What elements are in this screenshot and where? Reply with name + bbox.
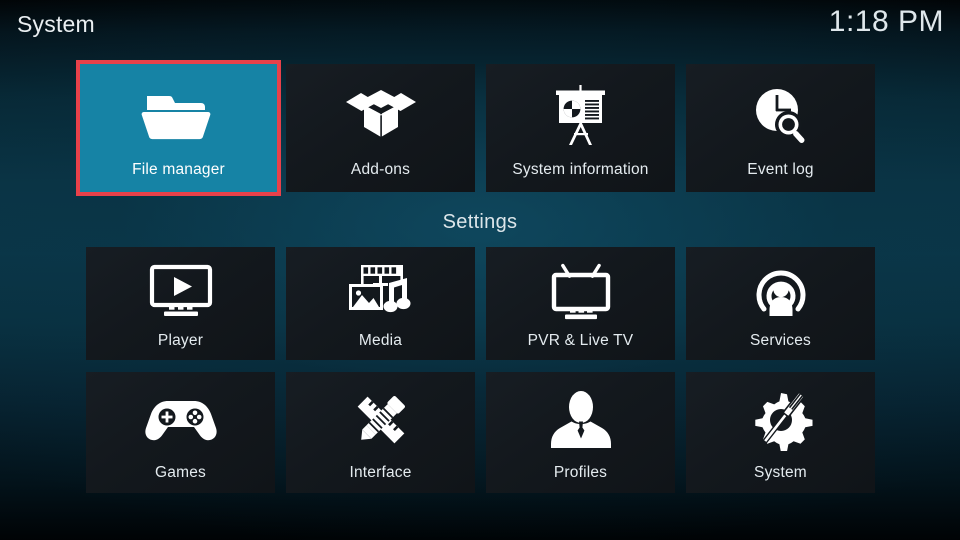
pencil-ruler-icon (349, 385, 413, 455)
tile-label: Games (155, 464, 206, 481)
top-bar: System 1:18 PM (0, 0, 960, 54)
tile-services[interactable]: Services (686, 247, 875, 360)
clock-display: 1:18 PM (828, 5, 944, 38)
open-box-icon (344, 76, 418, 154)
kodi-system-screen: System 1:18 PM File manager Add-ons Syst… (0, 0, 960, 540)
film-photo-music-icon (345, 258, 417, 324)
folder-icon (141, 76, 217, 154)
tile-label: Profiles (553, 464, 608, 481)
clock-search-icon (746, 76, 816, 154)
tile-label: File manager (132, 161, 225, 178)
tile-label: PVR & Live TV (527, 332, 634, 349)
tile-event-log[interactable]: Event log (686, 64, 875, 192)
presentation-chart-icon (546, 76, 616, 154)
tile-pvr-live-tv[interactable]: PVR & Live TV (486, 247, 675, 360)
tile-interface[interactable]: Interface (286, 372, 475, 493)
tile-file-manager[interactable]: File manager (76, 60, 281, 196)
tile-label: Media (358, 332, 403, 349)
tile-label: Services (749, 332, 812, 349)
broadcast-person-icon (750, 258, 812, 324)
tv-antenna-icon (544, 258, 618, 324)
tile-label: Event log (747, 161, 814, 178)
tile-system[interactable]: System (686, 372, 875, 493)
tile-profiles[interactable]: Profiles (486, 372, 675, 493)
tile-system-information[interactable]: System information (486, 64, 675, 192)
gamepad-icon (143, 385, 219, 455)
tile-add-ons[interactable]: Add-ons (286, 64, 475, 192)
tile-label: Add-ons (350, 161, 411, 178)
gear-screwdriver-icon (748, 385, 814, 455)
monitor-play-icon (144, 258, 218, 324)
tile-label: Player (157, 332, 204, 349)
tile-label: Interface (349, 464, 412, 481)
tile-media[interactable]: Media (286, 247, 475, 360)
tile-games[interactable]: Games (86, 372, 275, 493)
person-bust-icon (548, 385, 614, 455)
page-title: System (17, 11, 95, 37)
tile-label: System (754, 464, 807, 481)
settings-section-header: Settings (442, 211, 518, 233)
tile-player[interactable]: Player (86, 247, 275, 360)
tile-label: System information (512, 161, 649, 178)
